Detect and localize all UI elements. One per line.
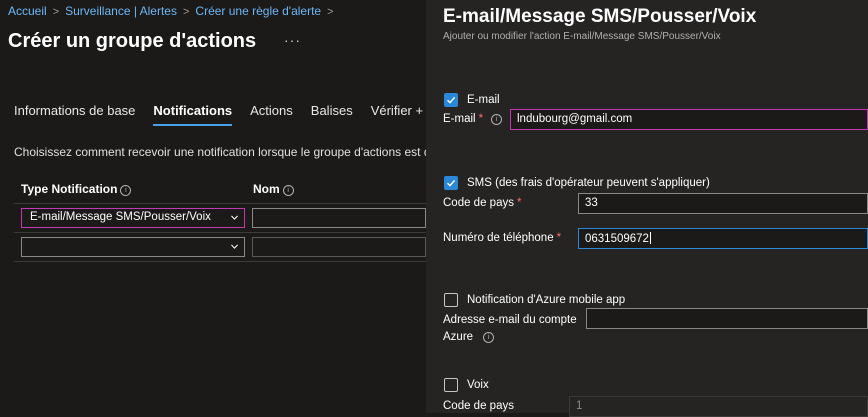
email-checkbox-label: E-mail	[467, 94, 500, 106]
azure-account-email-label-text: Azure	[443, 331, 474, 343]
page-title: Créer un groupe d'actions	[8, 30, 257, 52]
sms-checkbox-label: SMS (des frais d'opérateur peuvent s'app…	[467, 177, 710, 189]
column-header-name: Nom i	[253, 182, 294, 196]
breadcrumb-monitoring-alerts[interactable]: Surveillance | Alertes	[65, 4, 177, 18]
tab-actions[interactable]: Actions	[250, 103, 293, 124]
breadcrumb-create-alert-rule[interactable]: Créer une règle d'alerte	[195, 4, 321, 18]
sms-phone-label-text: Numéro de téléphone	[443, 232, 554, 244]
table-divider	[14, 203, 426, 204]
checkmark-icon	[447, 96, 456, 104]
sms-phone-input[interactable]: 0631509672	[578, 228, 868, 249]
table-divider	[14, 261, 426, 262]
azure-app-checkbox[interactable]	[444, 293, 458, 307]
azure-account-email-input[interactable]	[586, 308, 868, 329]
azure-account-email-label-line1: Adresse e-mail du compte	[443, 314, 577, 326]
sms-country-code-label-text: Code de pays	[443, 197, 514, 209]
required-marker: *	[478, 113, 484, 125]
email-input[interactable]: lndubourg@gmail.com	[510, 109, 868, 130]
breadcrumb-home[interactable]: Accueil	[8, 4, 47, 18]
email-sms-push-voice-panel: E-mail/Message SMS/Pousser/Voix Ajouter …	[426, 0, 868, 417]
text-cursor	[649, 232, 651, 244]
email-checkbox[interactable]	[444, 93, 458, 107]
sms-country-code-input[interactable]: 33	[578, 193, 868, 214]
notification-type-value: E-mail/Message SMS/Pousser/Voix	[30, 211, 211, 223]
more-options-icon[interactable]: ···	[284, 32, 301, 48]
email-field-label: E-mail * i	[443, 113, 503, 125]
column-header-name-label: Nom	[253, 182, 280, 196]
info-icon[interactable]: i	[282, 185, 294, 196]
column-header-type: Type Notification i	[21, 182, 132, 196]
breadcrumb: Accueil > Surveillance | Alertes > Créer une…	[8, 4, 340, 18]
email-field-label-text: E-mail	[443, 113, 476, 125]
sms-phone-label: Numéro de téléphone *	[443, 232, 561, 244]
required-marker: *	[516, 197, 522, 209]
breadcrumb-separator-icon: >	[327, 6, 334, 18]
breadcrumb-separator-icon: >	[182, 6, 190, 18]
info-icon[interactable]: i	[120, 185, 132, 196]
notification-name-input[interactable]	[252, 208, 426, 228]
create-action-group-page: Accueil > Surveillance | Alertes > Créer une…	[0, 0, 437, 413]
panel-title: E-mail/Message SMS/Pousser/Voix	[443, 6, 757, 27]
azure-account-email-label-line2: Azure i	[443, 331, 495, 343]
checkmark-icon	[447, 179, 456, 187]
required-marker: *	[556, 232, 562, 244]
sms-checkbox[interactable]	[444, 176, 458, 190]
tab-review-create[interactable]: Vérifier +	[371, 103, 423, 124]
tab-basics[interactable]: Informations de base	[14, 103, 135, 124]
voice-country-code-label: Code de pays	[443, 400, 514, 412]
sms-country-code-label: Code de pays *	[443, 197, 521, 209]
notifications-description: Choisissez comment recevoir une notifica…	[14, 145, 438, 159]
voice-country-code-input[interactable]: 1	[569, 396, 868, 417]
azure-app-checkbox-label: Notification d'Azure mobile app	[467, 294, 626, 306]
info-icon[interactable]: i	[491, 114, 503, 125]
panel-subtitle: Ajouter ou modifier l'action E-mail/Mess…	[443, 31, 721, 42]
table-divider	[14, 232, 426, 233]
voice-checkbox[interactable]	[444, 378, 458, 392]
notification-name-input-empty[interactable]	[252, 237, 426, 257]
chevron-down-icon	[231, 244, 238, 249]
column-header-type-label: Type Notification	[21, 182, 118, 196]
notification-type-dropdown[interactable]: E-mail/Message SMS/Pousser/Voix	[21, 208, 245, 228]
tab-notifications[interactable]: Notifications	[153, 103, 232, 126]
tab-bar: Informations de base Notifications Actions…	[14, 103, 441, 126]
info-icon[interactable]: i	[483, 332, 495, 343]
tab-tags[interactable]: Balises	[311, 103, 353, 124]
sms-phone-value: 0631509672	[585, 233, 649, 245]
notification-type-dropdown-empty[interactable]	[21, 237, 245, 257]
voice-checkbox-label: Voix	[467, 379, 489, 391]
breadcrumb-separator-icon: >	[52, 6, 60, 18]
chevron-down-icon	[231, 215, 238, 220]
